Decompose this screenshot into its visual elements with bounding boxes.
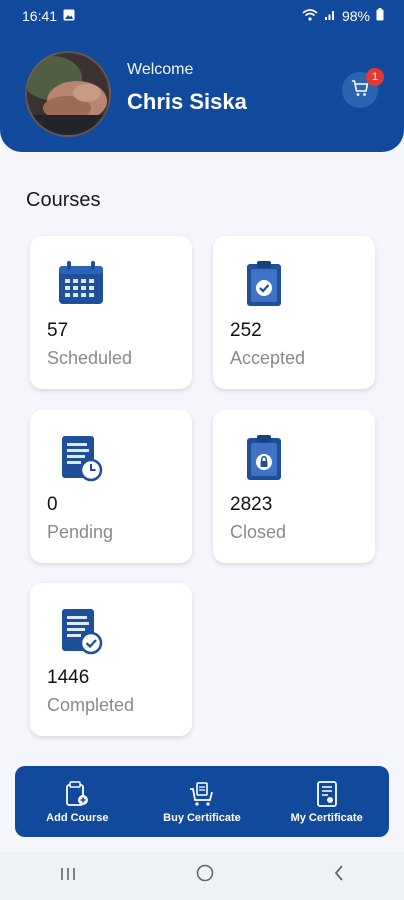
buy-certificate-icon <box>188 780 216 808</box>
my-certificate-label: My Certificate <box>290 811 363 824</box>
avatar[interactable] <box>25 51 111 137</box>
course-card-pending[interactable]: 0 Pending <box>30 410 192 563</box>
buy-certificate-label: Buy Certificate <box>163 811 241 824</box>
bottom-action-bar: Add Course Buy Certificate My Certificat… <box>15 766 389 837</box>
course-card-accepted[interactable]: 252 Accepted <box>213 236 375 389</box>
card-label: Completed <box>47 695 135 715</box>
clipboard-check-icon <box>239 260 289 308</box>
back-icon[interactable] <box>332 864 346 888</box>
signal-icon <box>324 8 336 24</box>
card-count: 57 <box>47 320 69 341</box>
system-nav-bar <box>0 852 404 900</box>
card-count: 0 <box>47 494 58 515</box>
battery-text: 98% <box>341 8 370 24</box>
card-count: 252 <box>230 320 262 341</box>
card-label: Pending <box>47 522 114 542</box>
calendar-icon <box>56 260 106 308</box>
welcome-text: Welcome <box>127 61 194 78</box>
add-course-button[interactable]: Add Course <box>17 780 137 824</box>
cart-badge: 1 <box>366 68 384 86</box>
battery-icon <box>376 8 384 24</box>
certificate-icon <box>313 780 341 808</box>
card-label: Closed <box>230 522 287 542</box>
course-card-scheduled[interactable]: 57 Scheduled <box>30 236 192 389</box>
card-count: 2823 <box>230 494 273 515</box>
my-certificate-button[interactable]: My Certificate <box>267 780 387 824</box>
courses-title: Courses <box>26 189 101 211</box>
recent-apps-icon[interactable] <box>58 865 78 888</box>
home-icon[interactable] <box>195 863 215 889</box>
document-check-icon <box>56 607 106 655</box>
add-course-label: Add Course <box>46 811 109 824</box>
header: 16:41 98% Welcome Chris Siska 1 <box>0 0 404 152</box>
card-label: Accepted <box>230 348 306 368</box>
add-course-icon <box>63 780 91 808</box>
card-label: Scheduled <box>47 348 133 368</box>
course-card-closed[interactable]: 2823 Closed <box>213 410 375 563</box>
status-time: 16:41 <box>22 8 58 24</box>
card-count: 1446 <box>47 667 90 688</box>
document-clock-icon <box>56 434 106 482</box>
course-card-completed[interactable]: 1446 Completed <box>30 583 192 736</box>
gallery-icon <box>63 8 75 24</box>
clipboard-lock-icon <box>239 434 289 482</box>
wifi-icon <box>302 8 318 24</box>
user-name: Chris Siska <box>127 89 247 114</box>
status-bar: 16:41 98% <box>0 0 404 32</box>
buy-certificate-button[interactable]: Buy Certificate <box>142 780 262 824</box>
